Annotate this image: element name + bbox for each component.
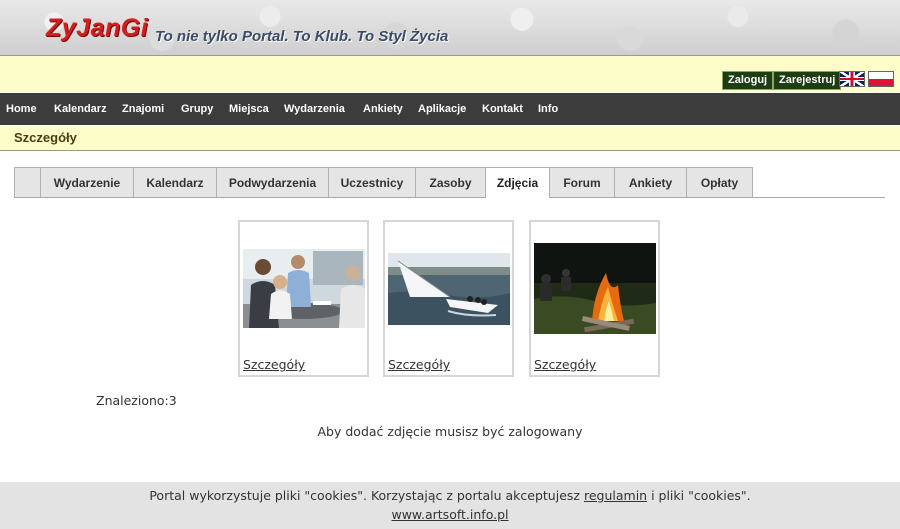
photo-card: Szczegóły: [529, 220, 660, 377]
photo-details-link[interactable]: Szczegóły: [388, 357, 450, 372]
tab-oplaty[interactable]: Opłaty: [686, 167, 753, 197]
tab-zasoby[interactable]: Zasoby: [415, 167, 486, 197]
photo-details-link[interactable]: Szczegóły: [534, 357, 596, 372]
login-button[interactable]: Zaloguj: [722, 71, 774, 90]
section-header: Szczegóły: [0, 126, 900, 151]
campfire-photo[interactable]: [534, 243, 656, 334]
nav-ankiety[interactable]: Ankiety: [363, 93, 403, 125]
tab-kalendarz[interactable]: Kalendarz: [133, 167, 217, 197]
tab-wydarzenie[interactable]: Wydarzenie: [40, 167, 134, 197]
tab-ankiety[interactable]: Ankiety: [614, 167, 687, 197]
tab-uczestnicy[interactable]: Uczestnicy: [328, 167, 416, 197]
main-nav: Home Kalendarz Znajomi Grupy Miejsca Wyd…: [0, 93, 900, 125]
header-banner: ZyJanGi To nie tylko Portal. To Klub. To…: [0, 0, 900, 56]
nav-miejsca[interactable]: Miejsca: [229, 93, 269, 125]
sailboat-photo[interactable]: [388, 253, 510, 325]
regulamin-link[interactable]: regulamin: [584, 488, 647, 503]
nav-info[interactable]: Info: [538, 93, 558, 125]
found-count: Znaleziono:3: [96, 393, 177, 408]
add-photo-message: Aby dodać zdjęcie musisz być zalogowany: [317, 424, 583, 439]
photo-card: Szczegóły: [238, 220, 369, 377]
cookie-text: Portal wykorzystuje pliki "cookies". Kor…: [149, 488, 580, 503]
photo-details-link[interactable]: Szczegóły: [243, 357, 305, 372]
tab-zdjecia[interactable]: Zdjęcia: [485, 167, 550, 198]
site-link[interactable]: www.artsoft.info.pl: [391, 507, 508, 522]
nav-znajomi[interactable]: Znajomi: [122, 93, 164, 125]
flag-en-icon[interactable]: [839, 71, 865, 87]
business-meeting-photo[interactable]: [243, 249, 365, 328]
nav-wydarzenia[interactable]: Wydarzenia: [284, 93, 345, 125]
flag-pl-icon[interactable]: [868, 71, 894, 87]
register-button[interactable]: Zarejestruj: [773, 71, 842, 90]
cookie-notice: Portal wykorzystuje pliki "cookies". Kor…: [0, 488, 900, 503]
cookie-text-end: i pliki "cookies".: [651, 488, 751, 503]
nav-aplikacje[interactable]: Aplikacje: [418, 93, 466, 125]
tab-podwydarzenia[interactable]: Podwydarzenia: [216, 167, 329, 197]
cookie-footer: Portal wykorzystuje pliki "cookies". Kor…: [0, 482, 900, 529]
nav-kontakt[interactable]: Kontakt: [482, 93, 523, 125]
site-logo[interactable]: ZyJanGi: [46, 14, 148, 43]
photo-card: Szczegóły: [383, 220, 514, 377]
nav-kalendarz[interactable]: Kalendarz: [54, 93, 107, 125]
site-slogan: To nie tylko Portal. To Klub. To Styl Ży…: [155, 28, 449, 45]
tab-baseline: [14, 197, 885, 198]
tab-blank[interactable]: [14, 167, 41, 197]
nav-home[interactable]: Home: [6, 93, 37, 125]
tab-forum[interactable]: Forum: [549, 167, 615, 197]
nav-grupy[interactable]: Grupy: [181, 93, 213, 125]
page-title: Szczegóły: [14, 130, 77, 145]
